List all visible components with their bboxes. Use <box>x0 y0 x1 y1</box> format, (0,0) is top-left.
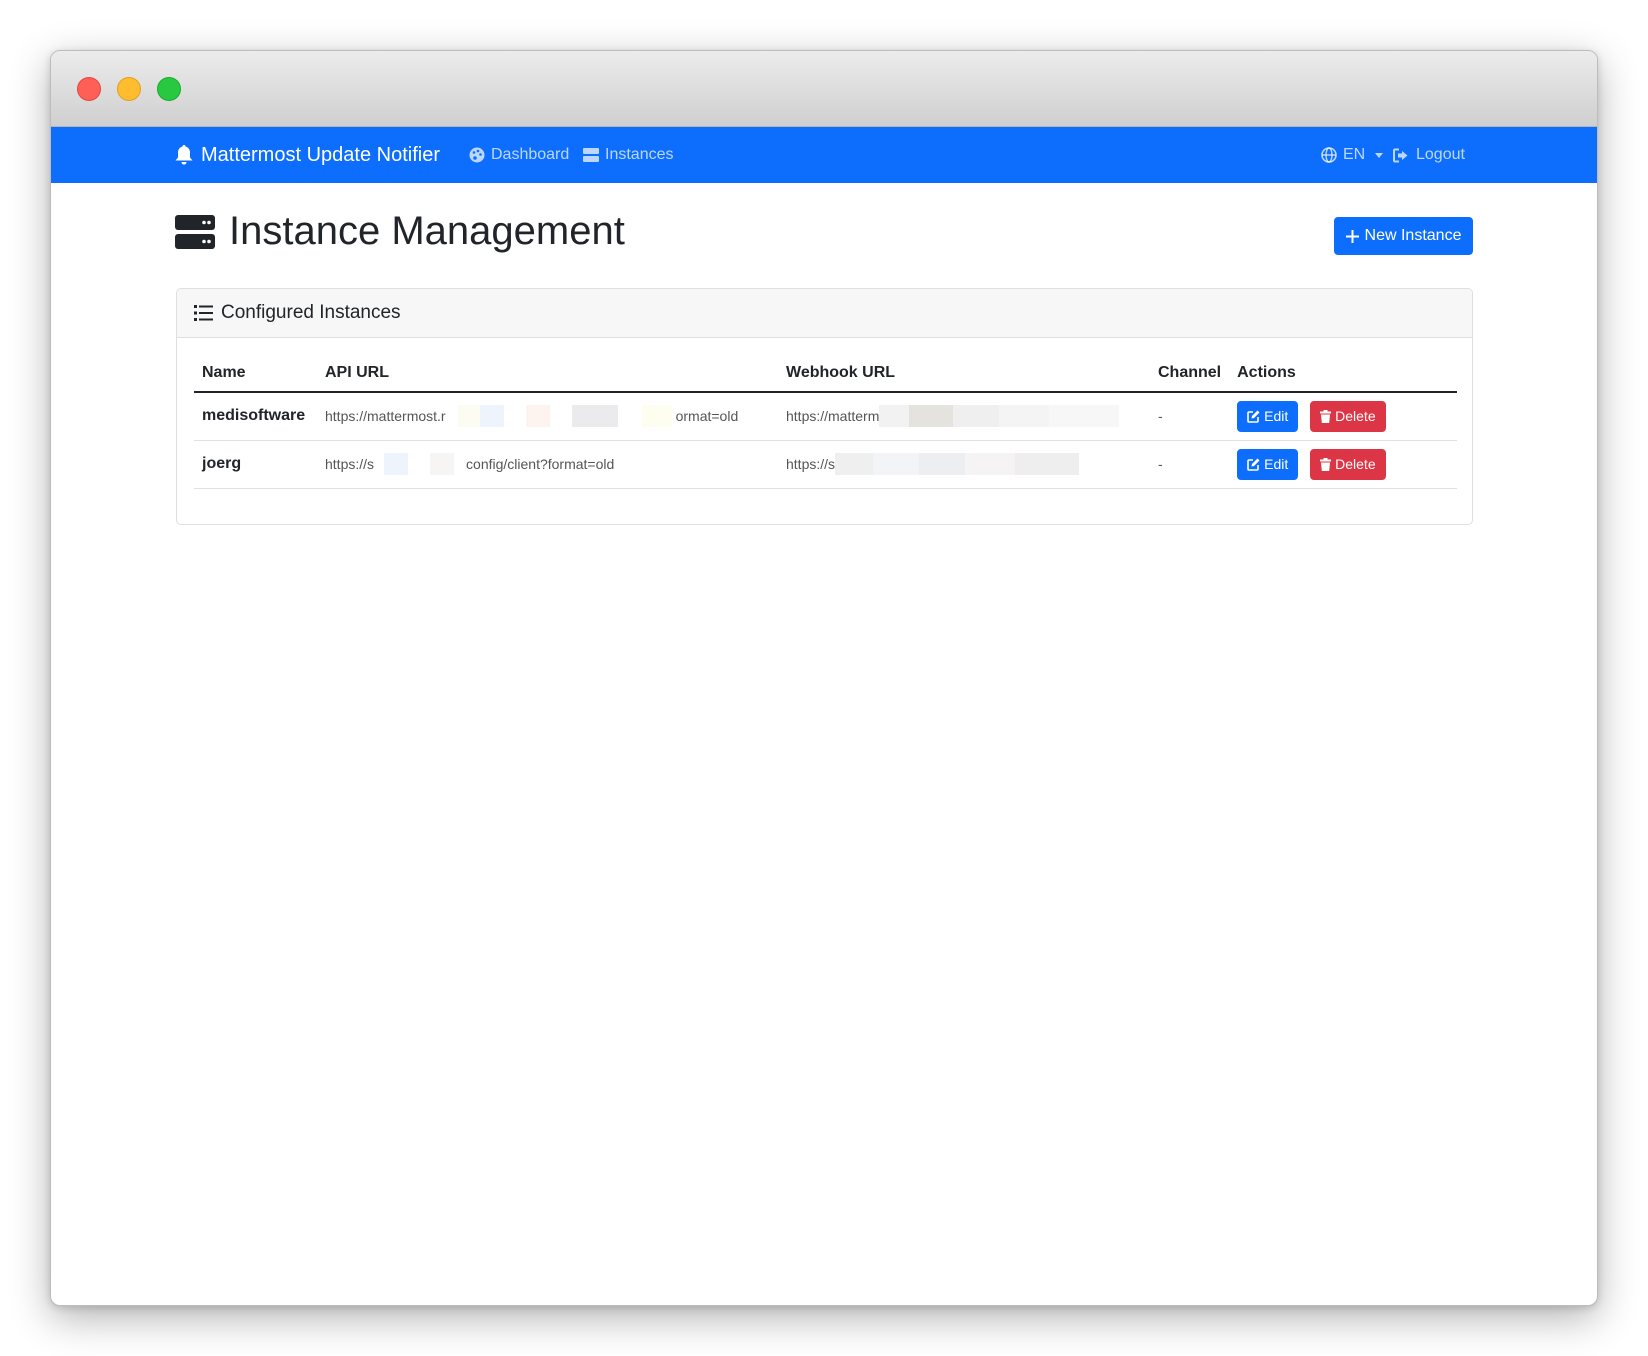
navbar-brand[interactable]: Mattermost Update Notifier <box>175 127 440 183</box>
window-titlebar <box>51 51 1597 127</box>
list-icon <box>194 305 213 321</box>
api-url-cell: https://mattermost.r ormat=old <box>317 392 778 441</box>
webhook-url-prefix: https://matterm <box>786 408 880 425</box>
new-instance-label: New Instance <box>1364 227 1462 244</box>
delete-label: Delete <box>1335 456 1376 472</box>
channel-cell: - <box>1150 440 1230 489</box>
new-instance-button[interactable]: New Instance <box>1334 217 1473 255</box>
webhook-url-cell: https://s <box>778 440 1150 489</box>
api-url-prefix: https://mattermost.r <box>325 408 446 425</box>
table-row: medisoftware https://mattermost.r ormat=… <box>194 392 1457 441</box>
minimize-window-button[interactable] <box>117 77 141 101</box>
table-header-row: Name API URL Webhook URL Channel Actions <box>194 355 1457 393</box>
api-url-suffix: ormat=old <box>675 408 739 425</box>
plus-icon <box>1345 229 1359 243</box>
card-title: Configured Instances <box>221 302 401 323</box>
column-header-channel: Channel <box>1150 355 1230 393</box>
api-url-prefix: https://s <box>325 456 375 472</box>
globe-icon <box>1321 147 1337 163</box>
redacted-area <box>835 453 1080 475</box>
maximize-window-button[interactable] <box>157 77 181 101</box>
instances-card: Configured Instances Name API URL Webhoo… <box>176 288 1473 525</box>
nav-dashboard-label: Dashboard <box>491 146 570 163</box>
channel-cell: - <box>1150 392 1230 441</box>
nav-instances-label: Instances <box>605 146 674 163</box>
instances-table: Name API URL Webhook URL Channel Actions… <box>194 355 1457 489</box>
trash-icon <box>1320 409 1332 423</box>
page-title-text: Instance Management <box>229 209 625 253</box>
edit-button[interactable]: Edit <box>1237 400 1299 432</box>
brand-label: Mattermost Update Notifier <box>201 143 440 166</box>
edit-icon <box>1247 458 1260 471</box>
table-row: joerg https://s config/client?format=old… <box>194 440 1457 489</box>
palette-icon <box>469 147 485 163</box>
trash-icon <box>1320 457 1332 471</box>
delete-button[interactable]: Delete <box>1310 400 1386 432</box>
webhook-url-cell: https://matterm <box>778 392 1150 441</box>
language-label: EN <box>1343 146 1366 163</box>
sign-out-icon <box>1393 148 1408 162</box>
column-header-webhook-url: Webhook URL <box>778 355 1150 393</box>
nav-instances-link[interactable]: Instances <box>583 127 673 183</box>
api-url-suffix: config/client?format=old <box>466 456 615 472</box>
edit-icon <box>1247 410 1260 423</box>
logout-link[interactable]: Logout <box>1393 127 1465 183</box>
bell-icon <box>175 145 193 165</box>
api-url-cell: https://s config/client?format=old <box>317 440 778 489</box>
redacted-area <box>879 405 1120 428</box>
edit-button[interactable]: Edit <box>1237 448 1299 480</box>
column-header-name: Name <box>194 355 317 393</box>
actions-cell: Edit Delete <box>1229 392 1457 441</box>
webhook-url-prefix: https://s <box>786 456 836 472</box>
edit-label: Edit <box>1264 456 1289 472</box>
nav-dashboard-link[interactable]: Dashboard <box>469 127 569 183</box>
redacted-area <box>374 453 467 475</box>
actions-cell: Edit Delete <box>1229 440 1457 489</box>
caret-down-icon <box>1375 152 1384 158</box>
edit-label: Edit <box>1264 408 1289 425</box>
navbar: Mattermost Update Notifier Dashboard Ins… <box>51 127 1597 183</box>
instance-name: medisoftware <box>194 392 317 441</box>
server-icon <box>583 148 599 162</box>
page-title: Instance Management <box>175 209 625 254</box>
column-header-actions: Actions <box>1229 355 1457 393</box>
browser-window: Mattermost Update Notifier Dashboard Ins… <box>50 50 1598 1306</box>
redacted-area <box>445 405 676 428</box>
logout-label: Logout <box>1416 146 1465 163</box>
server-icon <box>175 214 215 249</box>
card-header: Configured Instances <box>177 289 1472 338</box>
language-dropdown[interactable]: EN <box>1321 127 1384 183</box>
instance-name: joerg <box>194 440 317 489</box>
delete-label: Delete <box>1335 408 1376 425</box>
column-header-api-url: API URL <box>317 355 778 393</box>
delete-button[interactable]: Delete <box>1310 448 1386 480</box>
close-window-button[interactable] <box>77 77 101 101</box>
